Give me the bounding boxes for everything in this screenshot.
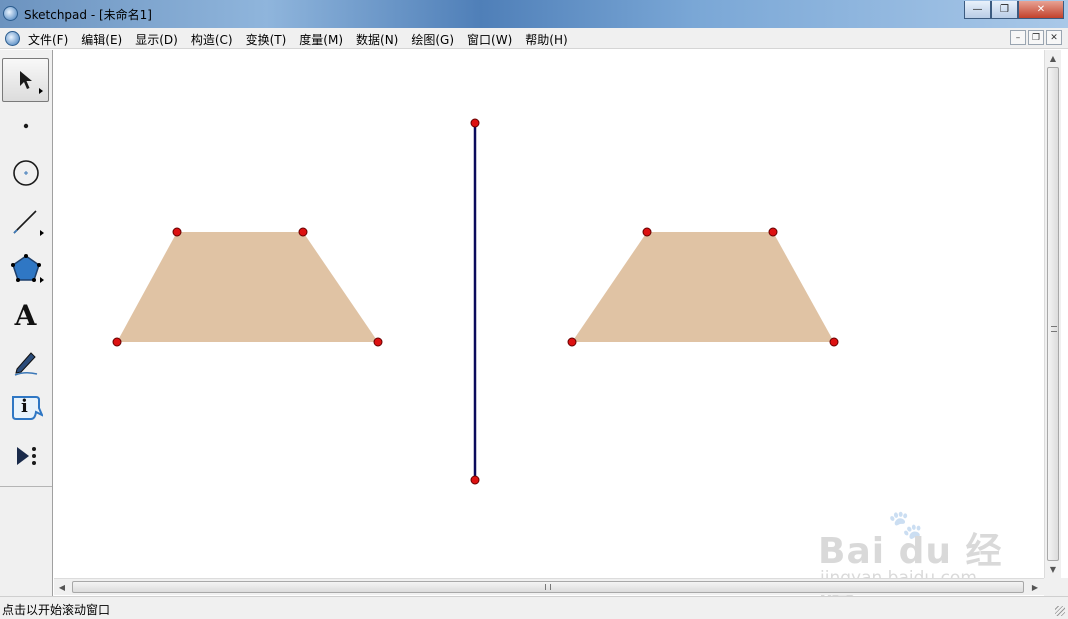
- menu-construct[interactable]: 构造(C): [191, 31, 239, 48]
- minimize-button[interactable]: —: [964, 1, 991, 19]
- restore-icon: ❐: [1031, 32, 1041, 43]
- information-tool[interactable]: i: [2, 387, 49, 431]
- grip-icon: [1051, 326, 1057, 332]
- close-button[interactable]: ✕: [1018, 1, 1064, 19]
- circle-icon: [12, 160, 39, 186]
- point-left-bottom-left[interactable]: [112, 337, 122, 347]
- scroll-down-arrow-icon[interactable]: ▼: [1045, 561, 1061, 577]
- minimize-icon: —: [972, 4, 983, 15]
- vertical-scroll-thumb[interactable]: [1047, 67, 1059, 561]
- restore-icon: ❐: [1000, 4, 1009, 15]
- menu-measure[interactable]: 度量(M): [299, 31, 349, 48]
- doc-minimize-button[interactable]: –: [1010, 30, 1026, 45]
- window-controls: — ❐ ✕: [964, 1, 1064, 19]
- point-right-bottom-right[interactable]: [829, 337, 839, 347]
- window-titlebar: Sketchpad - [未命名1] — ❐ ✕: [0, 0, 1068, 28]
- sketch-canvas[interactable]: [54, 50, 1044, 578]
- compass-tool[interactable]: [2, 151, 49, 195]
- polygon-tool[interactable]: [2, 246, 49, 290]
- scroll-left-arrow-icon[interactable]: ◀: [54, 579, 70, 595]
- submenu-arrow-icon: [40, 277, 44, 283]
- menu-data[interactable]: 数据(N): [356, 31, 404, 48]
- straightedge-tool[interactable]: [2, 199, 49, 243]
- submenu-arrow-icon: [40, 230, 44, 236]
- menu-bar: 文件(F) 编辑(E) 显示(D) 构造(C) 变换(T) 度量(M) 数据(N…: [0, 28, 1068, 49]
- scroll-up-arrow-icon[interactable]: ▲: [1045, 50, 1061, 66]
- text-tool[interactable]: A: [2, 293, 49, 337]
- arrow-selection-tool[interactable]: [2, 58, 49, 102]
- doc-restore-button[interactable]: ❐: [1028, 30, 1044, 45]
- point-right-bottom-left[interactable]: [567, 337, 577, 347]
- window-title: Sketchpad - [未命名1]: [24, 8, 152, 22]
- point-tool[interactable]: [2, 104, 49, 148]
- pentagon-icon: [10, 254, 41, 282]
- point-icon: [23, 123, 28, 129]
- menu-file[interactable]: 文件(F): [28, 31, 74, 48]
- menu-graph[interactable]: 绘图(G): [411, 31, 460, 48]
- info-glyph: i: [21, 396, 28, 417]
- scrollbar-corner: [1044, 578, 1068, 596]
- restore-button[interactable]: ❐: [991, 1, 1018, 19]
- point-left-top-left[interactable]: [172, 227, 182, 237]
- trapezoid-reflected[interactable]: [572, 232, 834, 342]
- grip-icon: [545, 584, 551, 590]
- custom-tools-icon: [16, 447, 36, 465]
- toolbox-divider: [0, 486, 52, 487]
- resize-grip-icon[interactable]: [1055, 606, 1065, 616]
- sketchpad-app-icon[interactable]: [3, 6, 18, 21]
- document-window-controls: – ❐ ✕: [1010, 30, 1062, 45]
- pen-icon: [14, 352, 37, 376]
- point-mirror-bottom[interactable]: [470, 475, 480, 485]
- vertical-scrollbar[interactable]: ▲ ▼: [1044, 50, 1061, 578]
- arrow-cursor-icon: [19, 71, 32, 89]
- point-left-top-right[interactable]: [298, 227, 308, 237]
- submenu-arrow-icon: [39, 88, 43, 94]
- close-icon: ✕: [1050, 32, 1058, 43]
- horizontal-scrollbar[interactable]: ◀ ▶: [54, 578, 1044, 595]
- menu-edit[interactable]: 编辑(E): [81, 31, 128, 48]
- custom-tool[interactable]: [2, 434, 49, 478]
- menu-window[interactable]: 窗口(W): [467, 31, 518, 48]
- sketch-drawing: [112, 118, 839, 485]
- point-left-bottom-right[interactable]: [373, 337, 383, 347]
- menu-display[interactable]: 显示(D): [135, 31, 184, 48]
- horizontal-scroll-thumb[interactable]: [72, 581, 1024, 593]
- point-right-top-right[interactable]: [768, 227, 778, 237]
- text-a-icon: A: [14, 298, 37, 332]
- status-message: 点击以开始滚动窗口: [2, 603, 111, 617]
- doc-close-button[interactable]: ✕: [1046, 30, 1062, 45]
- status-bar: 点击以开始滚动窗口: [0, 596, 1068, 619]
- menu-list: 文件(F) 编辑(E) 显示(D) 构造(C) 变换(T) 度量(M) 数据(N…: [28, 31, 581, 48]
- toolbox: A i: [0, 50, 53, 596]
- point-right-top-left[interactable]: [642, 227, 652, 237]
- point-mirror-top[interactable]: [470, 118, 480, 128]
- menu-transform[interactable]: 变换(T): [246, 31, 293, 48]
- document-icon[interactable]: [5, 31, 20, 46]
- minimize-icon: –: [1015, 32, 1021, 43]
- segment-icon: [12, 210, 37, 234]
- scroll-right-arrow-icon[interactable]: ▶: [1027, 579, 1043, 595]
- close-icon: ✕: [1036, 4, 1046, 15]
- marker-tool[interactable]: [2, 340, 49, 384]
- trapezoid-original[interactable]: [117, 232, 378, 342]
- menu-help[interactable]: 帮助(H): [525, 31, 573, 48]
